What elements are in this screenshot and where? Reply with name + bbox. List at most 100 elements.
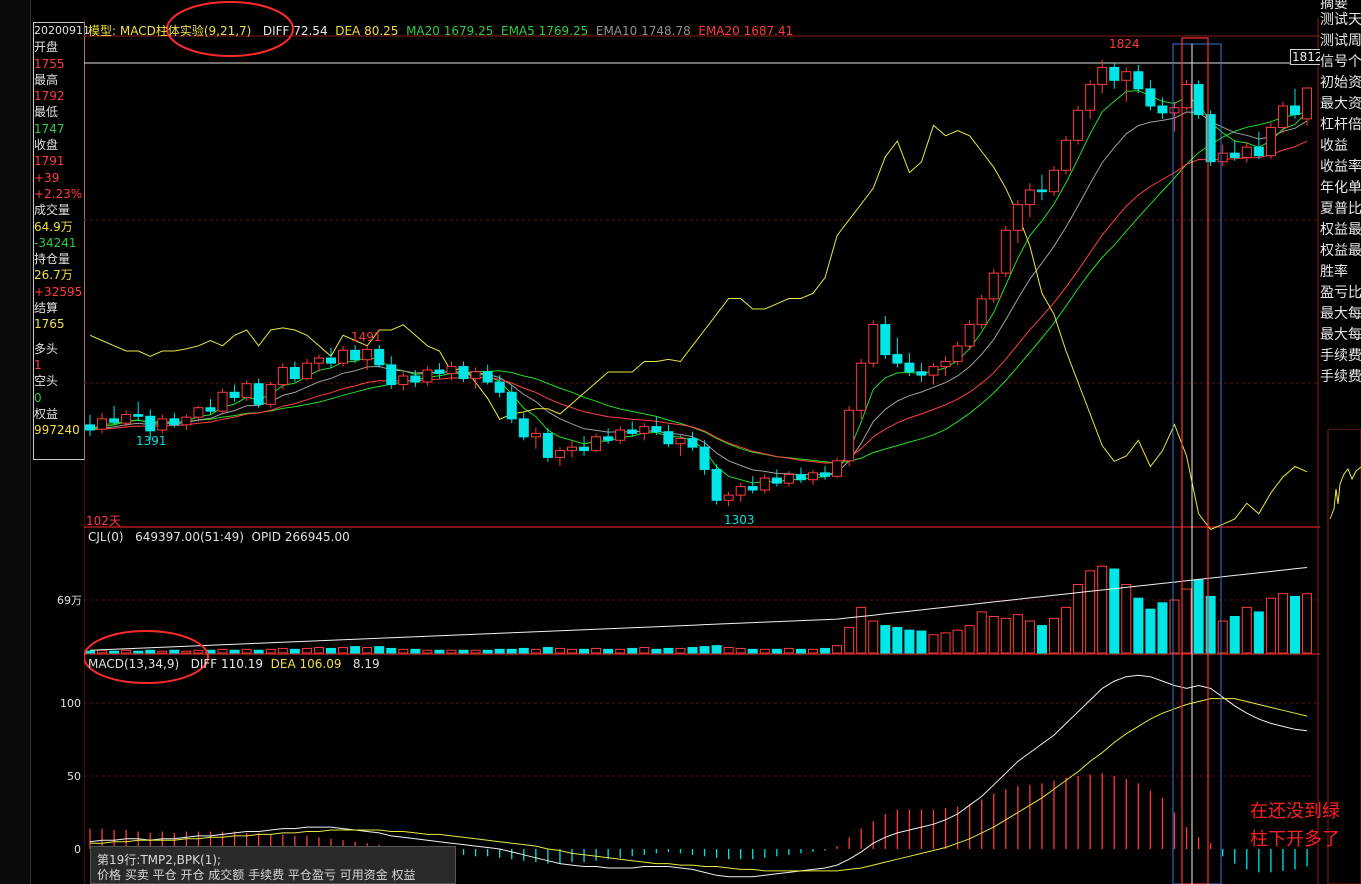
- volume-bar: [518, 647, 529, 654]
- volume-bar: [506, 648, 517, 654]
- volume-bar: [615, 648, 626, 654]
- ema5-line: [89, 90, 1308, 484]
- volume-bar: [976, 611, 987, 654]
- candle-body: [711, 468, 722, 501]
- volume-bar: [1157, 602, 1168, 654]
- volume-bar: [289, 648, 300, 654]
- volume-bar: [723, 647, 734, 654]
- volume-bar: [820, 647, 831, 654]
- candle-body: [1145, 88, 1156, 107]
- backtest-summary-panel: 摘要 测试天 测试周 信号个 初始资 最大资 杠杆倍 收益 收益率 年化单 夏普…: [1320, 0, 1361, 884]
- macd-axis-100: 100: [60, 697, 81, 710]
- volume-bar: [326, 647, 336, 654]
- volume-bar: [301, 647, 312, 654]
- open-value: 1755: [34, 56, 65, 71]
- volume-bar: [542, 647, 553, 654]
- candle-body: [1265, 126, 1276, 157]
- volume-bar: [1181, 588, 1192, 654]
- peak-price-label: 1824: [1109, 37, 1140, 51]
- equity-value: 997240: [34, 423, 80, 438]
- candle-body: [85, 424, 95, 431]
- summary-fee-1: 手续费: [1320, 348, 1361, 364]
- candle-body: [820, 472, 831, 477]
- volume-bar: [1277, 593, 1288, 654]
- volume-bar: [988, 615, 999, 654]
- candle-body: [217, 391, 228, 412]
- volume-bar: [434, 649, 445, 654]
- chart-canvas: [84, 1, 1320, 884]
- annotation-line-1: 在还没到绿: [1250, 801, 1340, 822]
- volume-readout: 649397.00(51:49): [135, 530, 244, 544]
- candle-body: [446, 366, 457, 374]
- candle-body: [301, 362, 312, 380]
- candle-body: [326, 357, 336, 364]
- candle-body: [952, 345, 963, 362]
- signal-highlight-blue: [1172, 43, 1222, 884]
- annotation-line-2: 柱下开多了: [1250, 829, 1340, 850]
- candle-body: [615, 429, 626, 441]
- volume-bar: [313, 647, 324, 654]
- volume-bar: [1061, 606, 1072, 654]
- candle-body: [133, 414, 144, 417]
- volume-bar: [759, 648, 770, 654]
- summary-sharpe: 夏普比: [1320, 201, 1361, 217]
- summary-max-per-1: 最大每: [1320, 306, 1361, 322]
- mid-low-label: 1303: [724, 513, 755, 527]
- volume-panel: [85, 565, 1313, 654]
- formula-status-box: 第19行:TMP2,BPK(1); 价格 买卖 平仓 开仓 成交额 手续费 平仓…: [90, 846, 456, 884]
- candle-body: [747, 486, 758, 491]
- volume-bar: [687, 647, 698, 654]
- summary-pl-ratio: 盈亏比: [1320, 285, 1361, 301]
- volume-bar: [639, 647, 650, 654]
- volume-bar: [940, 632, 951, 654]
- candle-body: [121, 414, 132, 424]
- summary-leverage: 杠杆倍: [1320, 117, 1361, 133]
- volume-bar: [1073, 584, 1084, 654]
- candle-body: [1157, 105, 1168, 114]
- candle-body: [1277, 105, 1288, 128]
- candle-body: [362, 348, 373, 361]
- candle-body: [253, 383, 264, 405]
- candle-body: [663, 431, 674, 445]
- volume-bar: [494, 648, 505, 654]
- candle-body: [1169, 107, 1180, 114]
- candle-body: [145, 415, 156, 432]
- summary-max-per-2: 最大每: [1320, 327, 1361, 343]
- macd-axis-0: 0: [74, 843, 81, 856]
- candle-body: [832, 460, 843, 477]
- candle-body: [1049, 169, 1059, 193]
- volume-change-value: -34241: [34, 235, 77, 250]
- macd-dea-readout: DEA 106.09: [270, 657, 342, 671]
- volume-bar: [952, 629, 963, 654]
- volume-bar: [398, 648, 409, 654]
- candle-body: [482, 371, 493, 383]
- candle-body: [735, 486, 746, 496]
- volume-bar: [1121, 584, 1132, 654]
- volume-bar: [482, 649, 493, 654]
- open-interest-label: 持仓量: [34, 252, 71, 267]
- volume-bar: [217, 648, 228, 654]
- candle-body: [1302, 87, 1313, 120]
- volume-bar: [844, 626, 855, 654]
- volume-bar: [265, 648, 276, 654]
- candle-body: [639, 426, 650, 434]
- candle-body: [591, 436, 602, 452]
- settle-label: 结算: [34, 301, 59, 316]
- close-label: 收盘: [34, 138, 59, 153]
- candle-body: [783, 474, 794, 484]
- candle-body: [687, 438, 698, 448]
- volume-bar: [157, 650, 168, 654]
- volume-indicator-name: CJL(0): [88, 530, 124, 544]
- candle-body: [1241, 146, 1252, 158]
- candle-body: [940, 360, 951, 368]
- volume-bar: [109, 650, 120, 654]
- ema20-line: [89, 140, 1308, 464]
- candle-body: [699, 446, 710, 470]
- volume-bar: [1109, 568, 1120, 654]
- volume-bar: [169, 649, 180, 654]
- candle-body: [157, 418, 168, 431]
- candle-body: [868, 324, 879, 364]
- status-line-2: 价格 买卖 平仓 开仓 成交额 手续费 平仓盈亏 可用资金 权益: [97, 868, 416, 882]
- volume-bar: [1290, 595, 1300, 654]
- volume-bar: [783, 647, 794, 654]
